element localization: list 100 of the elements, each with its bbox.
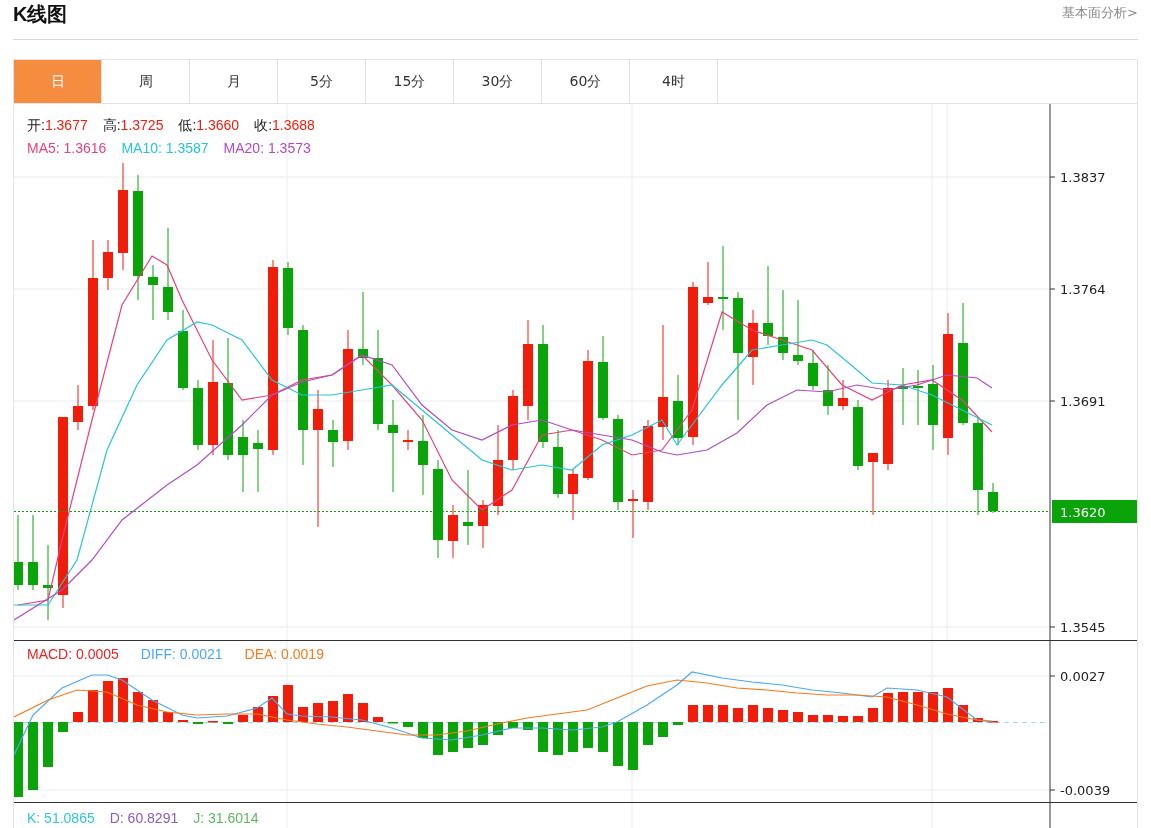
macd-bar bbox=[673, 722, 683, 725]
macd-bar bbox=[28, 722, 38, 790]
ma-legend-item: MA5: 1.3616 bbox=[27, 139, 107, 157]
kdj-legend-item: D: 60.8291 bbox=[109, 809, 179, 827]
candlestick bbox=[103, 239, 113, 291]
macd-bar bbox=[343, 694, 353, 722]
macd-bar bbox=[748, 705, 758, 722]
macd-bar bbox=[313, 703, 323, 722]
macd-bar bbox=[58, 722, 68, 732]
macd-bar bbox=[793, 712, 803, 722]
macd-bar bbox=[598, 722, 608, 752]
candlestick bbox=[703, 261, 713, 306]
macd-bar bbox=[118, 678, 128, 722]
candlestick bbox=[328, 419, 338, 468]
candlestick bbox=[478, 499, 488, 549]
macd-bar bbox=[703, 705, 713, 722]
candlestick bbox=[808, 349, 818, 391]
macd-bar bbox=[823, 715, 833, 722]
macd-bar bbox=[853, 716, 863, 722]
macd-axis-label: 0.0027 bbox=[1060, 669, 1106, 684]
macd-bar bbox=[328, 701, 338, 722]
candlestick bbox=[448, 504, 458, 559]
kdj-legend-item: K: 51.0865 bbox=[27, 809, 95, 827]
candlestick bbox=[853, 399, 863, 471]
ma-legend-item: MA10: 1.3587 bbox=[121, 139, 209, 157]
candlestick bbox=[898, 367, 908, 426]
kdj-legend-item: J: 31.6014 bbox=[193, 809, 259, 827]
macd-bar bbox=[613, 722, 623, 766]
macd-bar bbox=[133, 692, 143, 722]
macd-bar bbox=[883, 693, 893, 722]
macd-bar bbox=[373, 717, 383, 722]
candlestick bbox=[253, 429, 263, 493]
macd-bar bbox=[778, 710, 788, 722]
price-legend-item: 高:1.3725 bbox=[102, 116, 164, 134]
macd-bar bbox=[928, 692, 938, 722]
macd-bar bbox=[913, 692, 923, 722]
macd-bar bbox=[943, 688, 953, 722]
macd-bar bbox=[688, 705, 698, 722]
macd-bar bbox=[43, 722, 53, 767]
candlestick bbox=[73, 384, 83, 431]
candlestick bbox=[148, 264, 158, 321]
macd-bar bbox=[868, 708, 878, 722]
page-title: K线图 bbox=[13, 2, 68, 27]
macd-axis-label: -0.0039 bbox=[1060, 783, 1111, 798]
price-axis-label: 1.3691 bbox=[1060, 394, 1106, 409]
macd-bar bbox=[403, 722, 413, 727]
macd-bar bbox=[268, 696, 278, 722]
macd-bar bbox=[88, 690, 98, 722]
candlestick bbox=[913, 369, 923, 426]
macd-legend-item: MACD: 0.0005 bbox=[27, 645, 119, 663]
price-axis-label: 1.3837 bbox=[1060, 170, 1106, 185]
macd-bar bbox=[553, 722, 563, 755]
last-price-label: 1.3620 bbox=[1060, 505, 1106, 520]
macd-bar bbox=[733, 708, 743, 722]
macd-bar bbox=[148, 700, 158, 722]
candlestick bbox=[673, 374, 683, 446]
macd-bar bbox=[538, 722, 548, 752]
macd-bar bbox=[958, 705, 968, 722]
candlestick bbox=[868, 453, 878, 516]
macd-bar bbox=[973, 718, 983, 722]
price-legend-item: 开:1.3677 bbox=[27, 116, 88, 134]
macd-bar bbox=[433, 722, 443, 755]
macd-bar bbox=[628, 722, 638, 770]
macd-bar bbox=[478, 722, 488, 745]
macd-bar bbox=[718, 705, 728, 722]
macd-bar bbox=[508, 722, 518, 728]
candlestick bbox=[988, 482, 998, 514]
macd-bar bbox=[763, 708, 773, 722]
macd-bar bbox=[808, 715, 818, 722]
candlestick bbox=[823, 364, 833, 416]
macd-bar bbox=[898, 692, 908, 722]
macd-bar bbox=[418, 722, 428, 738]
price-axis-label: 1.3764 bbox=[1060, 282, 1106, 297]
macd-bar bbox=[838, 716, 848, 722]
macd-legend-item: DIFF: 0.0021 bbox=[140, 645, 223, 663]
price-legend-item: 低:1.3660 bbox=[178, 116, 240, 134]
macd-bar bbox=[163, 712, 173, 722]
price-axis-label: 1.3545 bbox=[1060, 620, 1106, 635]
macd-bar bbox=[358, 703, 368, 722]
candlestick bbox=[778, 289, 788, 361]
analysis-link[interactable]: 基本面分析> bbox=[1062, 4, 1138, 22]
macd-bar bbox=[283, 685, 293, 722]
ma-legend-item: MA20: 1.3573 bbox=[223, 139, 311, 157]
candlestick bbox=[628, 489, 638, 539]
macd-bar bbox=[523, 722, 533, 730]
candlestick bbox=[793, 299, 803, 366]
macd-bar bbox=[583, 722, 593, 748]
macd-bar bbox=[103, 681, 113, 722]
macd-bar bbox=[658, 722, 668, 737]
candlestick bbox=[568, 469, 578, 521]
macd-bar bbox=[448, 722, 458, 752]
macd-bar bbox=[73, 712, 83, 722]
macd-bar bbox=[643, 722, 653, 745]
candlestick bbox=[553, 429, 563, 499]
macd-bar bbox=[463, 722, 473, 748]
macd-legend-item: DEA: 0.0019 bbox=[244, 645, 324, 663]
candlestick bbox=[193, 379, 203, 451]
macd-bar bbox=[238, 715, 248, 722]
macd-bar bbox=[493, 722, 503, 735]
macd-bar bbox=[298, 707, 308, 722]
